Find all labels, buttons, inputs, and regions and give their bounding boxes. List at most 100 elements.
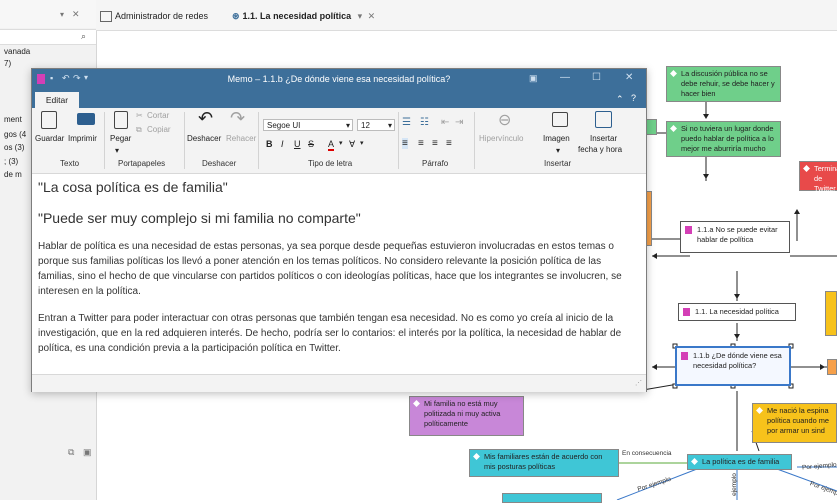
network-icon: ⊛ xyxy=(232,11,240,21)
chevron-down-icon[interactable]: ▾ xyxy=(360,139,364,147)
guardar-button[interactable]: Guardar xyxy=(35,134,64,143)
document-tab-bar: Administrador de redes ⊛ 1.1. La necesida… xyxy=(96,0,837,31)
tree-item-fragment[interactable]: gos (4 xyxy=(4,130,26,139)
highlight-icon[interactable]: ∀ xyxy=(349,139,355,150)
memo-paragraph-1: Hablar de política es una necesidad de e… xyxy=(38,241,622,297)
code-node-cyan-partial[interactable] xyxy=(502,493,602,503)
chevron-down-icon[interactable]: ▾ xyxy=(115,146,119,155)
tab-administrador-redes[interactable]: Administrador de redes xyxy=(100,8,208,24)
numbered-list-icon[interactable]: ☷ xyxy=(420,117,429,128)
pegar-button[interactable]: Pegar xyxy=(110,134,131,143)
tab-label: Administrador de redes xyxy=(115,11,209,21)
memo-status-bar: ⋰ xyxy=(32,374,646,392)
tree-item-fragment[interactable]: vanada xyxy=(4,47,30,56)
edge-label: En consecuencia xyxy=(622,450,672,457)
calendar-clock-icon xyxy=(595,111,612,128)
memo-heading-1: "La cosa política es de familia" xyxy=(38,179,228,195)
print-icon xyxy=(77,113,95,125)
tree-item-fragment[interactable]: ment xyxy=(4,115,22,124)
redo-icon: ↷ xyxy=(230,108,246,128)
memo-node-no-puede[interactable]: 1.1.a No se puede evitar hablar de polít… xyxy=(680,221,790,253)
code-icon xyxy=(670,125,677,132)
strikethrough-icon[interactable]: S xyxy=(308,139,314,149)
left-panel-header: ▾ ✕ xyxy=(0,0,96,28)
code-icon xyxy=(473,453,480,460)
italic-icon[interactable]: I xyxy=(281,139,284,149)
imprimir-button[interactable]: Imprimir xyxy=(68,134,97,143)
memo-icon xyxy=(681,352,688,360)
resize-grip-icon[interactable]: ⋰ xyxy=(635,379,642,387)
code-node-orange-partial-2[interactable] xyxy=(827,359,837,375)
font-family-select[interactable]: Segoe UI ▾ xyxy=(263,119,353,131)
font-size-select[interactable]: 12 ▾ xyxy=(357,119,395,131)
memo-editor[interactable]: "La cosa política es de familia" "Puede … xyxy=(32,174,646,374)
code-node-discusion[interactable]: La discusión pública no se debe rehuir, … xyxy=(666,66,781,102)
tree-item-fragment[interactable]: os (3) xyxy=(4,143,24,152)
search-input[interactable]: ⌕ xyxy=(0,29,96,45)
help-icon[interactable]: ? xyxy=(631,93,636,103)
memo-node-donde-viene-selected[interactable]: 1.1.b ¿De dónde viene esa necesidad polí… xyxy=(675,346,791,386)
minimize-icon[interactable]: — xyxy=(560,72,570,83)
code-icon xyxy=(691,458,698,465)
divider xyxy=(184,112,185,169)
tree-item-fragment[interactable]: de m xyxy=(4,170,22,179)
memo-node-necesidad[interactable]: 1.1. La necesidad política xyxy=(678,303,796,321)
code-node-yellow-partial[interactable] xyxy=(825,291,837,336)
close-tab-icon[interactable]: ✕ xyxy=(368,11,376,21)
code-node-me-nacio[interactable]: Me nació la espina política cuando me po… xyxy=(752,403,837,443)
code-node-familia-no[interactable]: Mi familia no está muy politizada ni muy… xyxy=(409,396,524,436)
hipervinculo-button[interactable]: Hipervínculo xyxy=(479,134,523,143)
insertar-fecha-label-2[interactable]: fecha y hora xyxy=(578,145,622,154)
group-label-parrafo: Párrafo xyxy=(422,159,449,168)
tab-label: 1.1. La necesidad política xyxy=(242,11,352,21)
group-label-texto: Texto xyxy=(60,159,80,168)
rehacer-button[interactable]: Rehacer xyxy=(226,134,256,143)
network-manager-icon xyxy=(100,11,112,23)
maximize-icon[interactable]: ☐ xyxy=(592,72,601,83)
ribbon: Guardar Imprimir Texto Pegar ▾ ✂ Cortar … xyxy=(32,108,646,174)
close-icon[interactable]: ✕ xyxy=(72,9,80,20)
tree-item-fragment[interactable]: ; (3) xyxy=(4,157,18,166)
bullet-list-icon[interactable]: ☰ xyxy=(402,117,411,128)
divider xyxy=(474,112,475,169)
indent-icon[interactable]: ⇥ xyxy=(455,117,463,128)
collapse-ribbon-icon[interactable]: ⌃ xyxy=(616,94,624,105)
tab-editar[interactable]: Editar xyxy=(35,92,79,108)
popout-icon[interactable]: ⧉ xyxy=(68,447,74,458)
bold-icon[interactable]: B xyxy=(266,139,273,149)
outdent-icon[interactable]: ⇤ xyxy=(441,117,449,128)
save-icon[interactable]: ▣ xyxy=(83,447,92,458)
memo-title-bar[interactable]: ▪ ↶ ↷ ▾ Memo – 1.1.b ¿De dónde viene esa… xyxy=(32,69,646,92)
copiar-button[interactable]: Copiar xyxy=(147,125,171,134)
align-left-icon[interactable]: ≡ xyxy=(402,138,408,149)
underline-icon[interactable]: U xyxy=(294,139,301,149)
group-label-tipo-letra: Tipo de letra xyxy=(308,159,353,168)
code-icon xyxy=(756,407,763,414)
imagen-button[interactable]: Imagen xyxy=(543,134,570,143)
ribbon-display-icon[interactable]: ▣ xyxy=(529,73,538,84)
tree-item-fragment[interactable]: 7) xyxy=(4,59,11,68)
chevron-down-icon: ▾ xyxy=(345,121,350,130)
align-right-icon[interactable]: ≡ xyxy=(432,138,438,149)
justify-icon[interactable]: ≡ xyxy=(446,138,452,149)
insertar-fecha-button[interactable]: Insertar xyxy=(590,134,617,143)
close-icon[interactable]: ✕ xyxy=(625,72,633,83)
search-icon[interactable]: ⌕ xyxy=(81,31,86,42)
align-center-icon[interactable]: ≡ xyxy=(418,138,424,149)
deshacer-button[interactable]: Deshacer xyxy=(187,134,221,143)
chevron-down-icon[interactable]: ▾ xyxy=(60,10,64,19)
code-icon xyxy=(803,165,810,172)
code-node-terminando[interactable]: Terminando de Twitter xyxy=(799,161,837,193)
tab-necesidad-politica[interactable]: ⊛ 1.1. La necesidad política ▾ ✕ xyxy=(232,8,375,24)
chevron-down-icon[interactable]: ▾ xyxy=(339,139,343,147)
chevron-down-icon[interactable]: ▾ xyxy=(358,11,363,21)
link-icon: ⊖ xyxy=(498,112,512,129)
font-color-icon[interactable]: A xyxy=(328,139,335,151)
ribbon-tab-bar: Editar ⌃ ? xyxy=(32,92,646,108)
code-node-familiares[interactable]: Mis familiares están de acuerdo con mis … xyxy=(469,449,619,477)
code-node-es-de-familia[interactable]: La política es de familia xyxy=(687,454,792,470)
code-node-sino-tuviera[interactable]: Si no tuviera un lugar donde puedo habla… xyxy=(666,121,781,157)
memo-window[interactable]: ▪ ↶ ↷ ▾ Memo – 1.1.b ¿De dónde viene esa… xyxy=(31,68,647,392)
cortar-button[interactable]: Cortar xyxy=(147,111,169,120)
chevron-down-icon[interactable]: ▾ xyxy=(556,146,560,155)
